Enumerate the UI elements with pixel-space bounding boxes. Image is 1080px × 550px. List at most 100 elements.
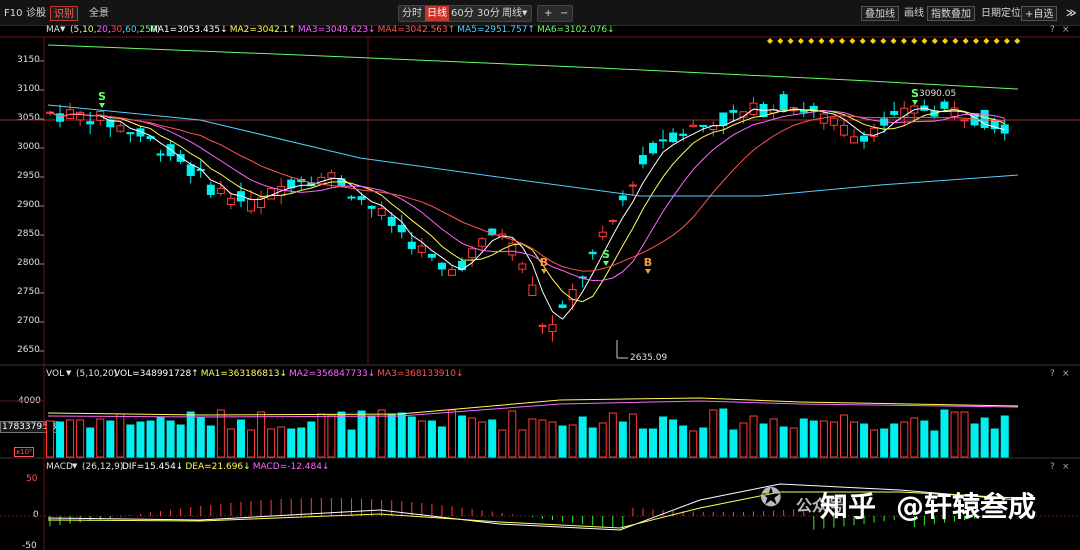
volume-bar (166, 420, 175, 458)
volume-bar (478, 421, 487, 458)
volume-bar (679, 425, 688, 458)
volume-bar (528, 418, 537, 458)
volume-bar (337, 411, 346, 458)
volume-bar (176, 424, 185, 458)
volume-bar (267, 428, 276, 458)
volume-bar (649, 428, 657, 458)
signal-diamond (880, 38, 887, 44)
candle-body (689, 124, 698, 128)
signal-diamond (859, 38, 866, 44)
volume-bar (397, 412, 406, 458)
volume-bar (990, 428, 999, 458)
volume-bar (890, 423, 899, 458)
candle-body (528, 284, 537, 297)
candle-body (548, 324, 557, 333)
candle-body (377, 207, 386, 216)
volume-bar (829, 421, 838, 458)
volume-bar (206, 425, 215, 458)
signal-diamond (952, 38, 959, 44)
candle-body (448, 269, 456, 276)
signal-diamond (1003, 38, 1010, 44)
candle-body (478, 238, 487, 247)
kline-chart[interactable]: S B S B S (0, 0, 1080, 550)
volume-bar (669, 419, 678, 458)
candle-body (226, 197, 235, 206)
volume-bar (437, 426, 446, 458)
candle-body (347, 196, 356, 199)
volume-bar (317, 413, 326, 458)
volume-bar (247, 429, 255, 458)
signal-diamond (993, 38, 1000, 44)
volume-bar (287, 428, 296, 458)
volume-bar (910, 417, 919, 458)
volume-bar (789, 427, 798, 458)
trade-signal-label: S (602, 248, 610, 261)
candle-body (699, 124, 708, 127)
volume-bar (779, 426, 788, 458)
candle-body (186, 164, 195, 176)
trade-signal-arrow (99, 103, 105, 108)
volume-bar (257, 411, 266, 458)
signal-diamond (839, 38, 846, 44)
volume-bar (126, 424, 135, 458)
candle-body (940, 101, 949, 109)
volume-bar (659, 416, 668, 458)
zhihu-logo: 知乎 (820, 490, 877, 523)
signal-diamond (818, 38, 825, 44)
volume-bar (819, 420, 828, 458)
volume-bar (689, 430, 698, 458)
candle-body (649, 142, 657, 154)
signal-diamond (787, 38, 794, 44)
signal-diamond (849, 38, 856, 44)
candle-body (216, 187, 225, 195)
volume-bar (930, 430, 939, 458)
candle-body (719, 112, 728, 126)
moving-average-line (47, 44, 1019, 90)
candle-body (558, 304, 567, 308)
volume-bar (448, 409, 456, 458)
candle-body (779, 94, 788, 111)
volume-bar (387, 413, 396, 458)
candle-body (427, 253, 436, 258)
candle-body (518, 263, 527, 270)
signal-diamond (931, 38, 938, 44)
candle-body (367, 205, 376, 209)
volume-bar (347, 429, 356, 458)
candle-body (890, 111, 899, 115)
volume-bar (498, 429, 507, 458)
volume-bar (729, 429, 738, 458)
candle-body (568, 289, 577, 301)
trade-signal-label: B (540, 256, 548, 269)
candle-body (417, 245, 426, 253)
signal-diamond (767, 38, 773, 44)
candle-body (850, 136, 858, 144)
high-price-label: 3090.05 (919, 89, 957, 99)
volume-bar (377, 409, 386, 458)
volume-bar (719, 408, 728, 458)
volume-bar (839, 414, 848, 458)
low-price-label: 2635.09 (630, 353, 668, 363)
volume-bar (940, 409, 949, 458)
candle-body (407, 241, 416, 249)
candle-body (598, 231, 607, 238)
signal-diamond (797, 38, 804, 44)
volume-bar (518, 429, 527, 458)
trade-signal-label: S (98, 90, 106, 103)
candle-body (679, 133, 688, 136)
volume-bar (548, 421, 557, 458)
volume-bar (196, 416, 205, 458)
volume-bar (920, 420, 929, 458)
volume-bar (407, 416, 416, 458)
candle-body (829, 117, 838, 126)
volume-bar (980, 417, 989, 458)
signal-diamond (890, 38, 897, 44)
volume-bar (538, 419, 547, 458)
volume-bar (588, 427, 597, 458)
volume-bar (277, 426, 286, 458)
trade-signal-arrow (645, 269, 651, 274)
candle-body (86, 121, 95, 125)
candle-body (357, 196, 366, 200)
candle-body (538, 324, 547, 327)
candle-body (839, 124, 848, 136)
volume-bar (769, 418, 778, 458)
